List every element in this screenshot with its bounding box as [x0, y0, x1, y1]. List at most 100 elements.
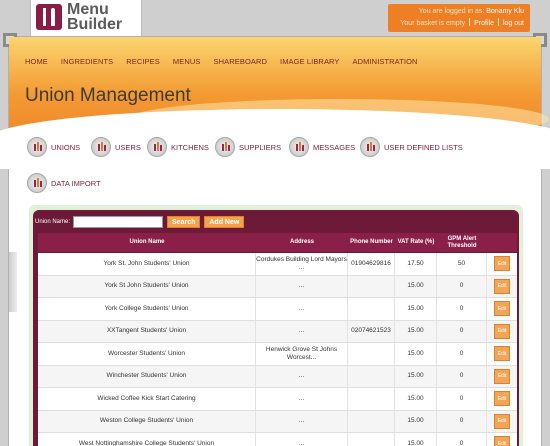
- cell-union-name: York College Students' Union: [38, 298, 256, 320]
- basket-status: Your basket is empty: [400, 20, 466, 27]
- left-edge-shadow: [9, 252, 17, 312]
- cell-gpm-threshold: 0: [437, 275, 487, 297]
- cell-gpm-threshold: 0: [437, 410, 487, 432]
- col-actions: [487, 233, 517, 252]
- cell-union-name: Worcester Students' Union: [38, 343, 256, 365]
- table-row: Worcester Students' Union Henwick Grove S…: [38, 343, 517, 366]
- login-prefix: You are logged in as:: [418, 8, 485, 15]
- edit-button[interactable]: Edit: [494, 256, 510, 272]
- table-row: Wicked Coffee Kick Start Catering... 15.0…: [38, 388, 517, 411]
- link-label: USER DEFINED LISTS: [384, 142, 463, 152]
- nav-recipes[interactable]: RECIPES: [126, 57, 160, 66]
- link-kitchens[interactable]: KITCHENS: [147, 137, 209, 157]
- nav-home[interactable]: HOME: [25, 57, 48, 66]
- col-phone[interactable]: Phone Number: [348, 233, 395, 252]
- table-row: York St. John Students' Union Cordukes Bu…: [38, 253, 517, 276]
- cell-gpm-threshold: 0: [437, 343, 487, 365]
- nav-image-library[interactable]: IMAGE LIBRARY: [280, 57, 340, 66]
- cell-actions: Edit: [487, 433, 517, 446]
- cell-address: ...: [256, 433, 348, 446]
- cell-actions: Edit: [487, 276, 517, 298]
- link-label: USERS: [115, 142, 141, 152]
- cell-address: ...: [256, 388, 348, 410]
- cell-address: Cordukes Building Lord Mayors ...: [256, 253, 348, 275]
- col-address[interactable]: Address: [256, 233, 348, 252]
- divider: [469, 18, 471, 26]
- import-icon: [27, 173, 47, 193]
- users-icon: [91, 137, 111, 157]
- cell-union-name: Weston College Students' Union: [38, 410, 256, 432]
- edit-button[interactable]: Edit: [494, 346, 510, 362]
- cell-phone: 02074621523: [348, 320, 395, 342]
- edit-button[interactable]: Edit: [494, 301, 510, 317]
- link-label: UNIONS: [51, 142, 81, 152]
- cell-address: ...: [256, 298, 348, 320]
- logo[interactable]: Menu Builder: [30, 0, 142, 37]
- cell-address: Henwick Grove St Johns Worcest...: [256, 343, 348, 365]
- cell-address: ...: [256, 320, 348, 342]
- cutlery-icon: [36, 4, 62, 30]
- user-box: You are logged in as: Bonamy Klu Your ba…: [388, 4, 530, 32]
- logo-line-1: Menu: [67, 1, 109, 18]
- add-new-button[interactable]: Add New: [204, 216, 245, 228]
- link-unions[interactable]: UNIONS: [27, 137, 80, 157]
- edit-button[interactable]: Edit: [494, 368, 510, 384]
- cell-phone: [348, 388, 395, 410]
- cell-actions: Edit: [487, 343, 517, 365]
- login-status: You are logged in as: Bonamy Klu: [419, 8, 524, 15]
- cell-actions: Edit: [487, 321, 517, 343]
- table-body: York St. John Students' Union Cordukes Bu…: [38, 253, 517, 446]
- edit-button[interactable]: Edit: [494, 436, 510, 446]
- col-gpm-threshold[interactable]: GPM Alert Threshold: [437, 233, 487, 252]
- top-bar: Menu Builder You are logged in as: Bonam…: [0, 0, 550, 38]
- link-data-import[interactable]: DATA IMPORT: [27, 173, 101, 193]
- link-label: DATA IMPORT: [51, 178, 101, 188]
- logout-link[interactable]: log out: [503, 20, 524, 27]
- cell-phone: [348, 275, 395, 297]
- cell-actions: Edit: [487, 388, 517, 410]
- union-name-input[interactable]: [73, 216, 164, 228]
- page-title: Union Management: [25, 85, 191, 106]
- cell-union-name: XXTangent Students' Union: [38, 320, 256, 342]
- cell-vat-rate: 15.00: [395, 275, 437, 297]
- link-user-defined-lists[interactable]: USER DEFINED LISTS: [360, 137, 463, 157]
- nav-shareboard[interactable]: SHAREBOARD: [214, 57, 268, 66]
- col-vat-rate[interactable]: VAT Rate (%): [395, 233, 437, 252]
- unions-panel: Union Name: Search Add New Union Name Ad…: [29, 205, 523, 446]
- link-label: KITCHENS: [171, 142, 209, 152]
- link-messages[interactable]: MESSAGES: [289, 137, 355, 157]
- cell-union-name: York St. John Students' Union: [38, 253, 256, 275]
- col-union-name[interactable]: Union Name: [38, 233, 256, 252]
- cell-phone: 01904629816: [348, 253, 395, 275]
- nav-administration[interactable]: ADMINISTRATION: [353, 57, 418, 66]
- cell-phone: [348, 410, 395, 432]
- link-users[interactable]: USERS: [91, 137, 141, 157]
- kitchens-icon: [147, 137, 167, 157]
- divider: [497, 18, 499, 26]
- cell-actions: Edit: [487, 411, 517, 433]
- link-suppliers[interactable]: SUPPLIERS: [215, 137, 281, 157]
- cell-vat-rate: 17.50: [395, 253, 437, 275]
- cell-union-name: Wicked Coffee Kick Start Catering: [38, 388, 256, 410]
- edit-button[interactable]: Edit: [494, 413, 510, 429]
- cell-actions: Edit: [487, 366, 517, 388]
- cell-union-name: York St John Students' Union: [38, 275, 256, 297]
- unions-panel-inner: Union Name: Search Add New Union Name Ad…: [33, 210, 519, 446]
- edit-button[interactable]: Edit: [494, 278, 510, 294]
- nav-menus[interactable]: MENUS: [173, 57, 201, 66]
- user-name: Bonamy Klu: [486, 8, 524, 15]
- edit-button[interactable]: Edit: [494, 323, 510, 339]
- search-button[interactable]: Search: [167, 216, 201, 228]
- lists-icon: [360, 137, 380, 157]
- cell-union-name: West Nottinghamshire College Students' U…: [38, 433, 256, 446]
- cell-vat-rate: 15.00: [395, 365, 437, 387]
- link-label: SUPPLIERS: [239, 142, 282, 152]
- unions-icon: [27, 137, 47, 157]
- cell-gpm-threshold: 50: [437, 253, 487, 275]
- edit-button[interactable]: Edit: [494, 391, 510, 407]
- profile-link[interactable]: Profile: [474, 20, 494, 27]
- nav-ingredients[interactable]: INGREDIENTS: [61, 57, 113, 66]
- cell-vat-rate: 15.00: [395, 433, 437, 446]
- cell-vat-rate: 15.00: [395, 320, 437, 342]
- cell-address: ...: [256, 365, 348, 387]
